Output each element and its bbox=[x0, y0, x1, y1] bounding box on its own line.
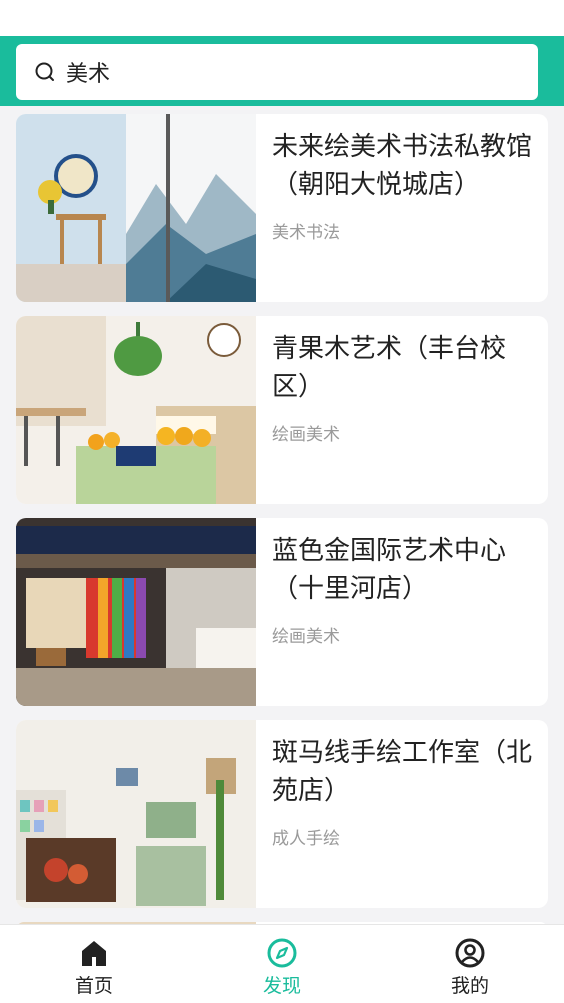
shop-card[interactable]: 斑马线手绘工作室（北苑店） 成人手绘 bbox=[16, 720, 548, 908]
tab-discover[interactable]: 发现 bbox=[188, 925, 376, 1003]
tab-home[interactable]: 首页 bbox=[0, 925, 188, 1003]
home-icon bbox=[78, 937, 110, 969]
shop-photo bbox=[16, 114, 256, 302]
shop-title: 青果木艺术（丰台校区） bbox=[272, 334, 507, 402]
shop-category-tag: 成人手绘 bbox=[272, 829, 340, 849]
shop-title: 斑马线手绘工作室（北苑店） bbox=[272, 738, 533, 806]
shop-category-tag: 绘画美术 bbox=[272, 425, 340, 445]
user-icon bbox=[454, 937, 486, 969]
shop-title: 蓝色金国际艺术中心（十里河店） bbox=[272, 536, 507, 604]
search-header: 美术 bbox=[0, 36, 564, 106]
compass-icon bbox=[266, 937, 298, 969]
shop-category-tag: 绘画美术 bbox=[272, 627, 340, 647]
tab-home-label: 首页 bbox=[74, 975, 113, 997]
search-query: 美术 bbox=[66, 62, 111, 87]
shop-card[interactable]: 未来绘美术书法私教馆（朝阳大悦城店） 美术书法 bbox=[16, 114, 548, 302]
shop-card[interactable]: 蓝色金国际艺术中心（十里河店） 绘画美术 bbox=[16, 518, 548, 706]
tab-mine-label: 我的 bbox=[450, 975, 489, 997]
shop-photo bbox=[16, 518, 256, 706]
shop-card[interactable]: 青果木艺术（丰台校区） 绘画美术 bbox=[16, 316, 548, 504]
tab-discover-label: 发现 bbox=[262, 975, 301, 997]
shop-photo bbox=[16, 316, 256, 504]
search-input[interactable]: 美术 bbox=[16, 44, 538, 100]
shop-category-tag: 美术书法 bbox=[272, 223, 340, 243]
status-bar bbox=[0, 0, 564, 36]
shop-title: 未来绘美术书法私教馆（朝阳大悦城店） bbox=[272, 132, 533, 200]
tab-mine[interactable]: 我的 bbox=[376, 925, 564, 1003]
bottom-tabbar: 首页 发现 我的 bbox=[0, 924, 564, 1003]
shop-photo bbox=[16, 720, 256, 908]
search-icon bbox=[34, 60, 58, 84]
